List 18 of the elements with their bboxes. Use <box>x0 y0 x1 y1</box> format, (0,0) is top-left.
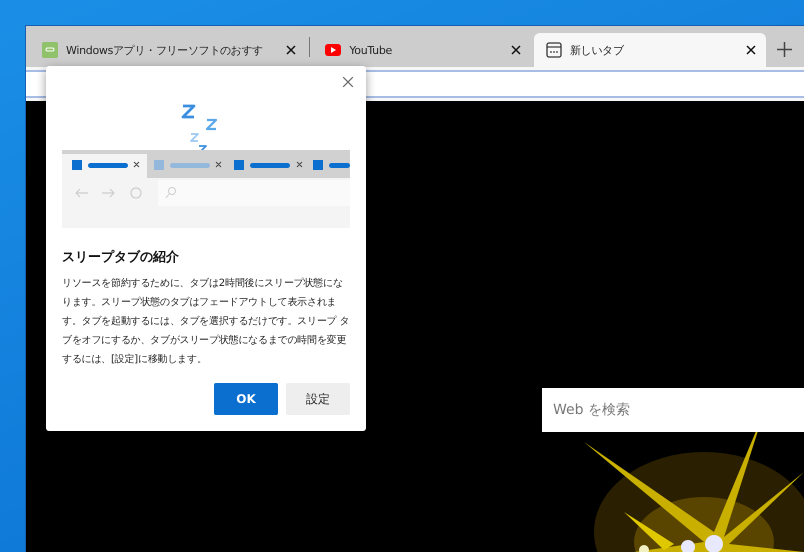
close-icon[interactable] <box>511 45 521 55</box>
plus-icon[interactable] <box>777 42 792 57</box>
tab-title: 新しいタブ <box>570 42 626 58</box>
tab-title: YouTube <box>349 44 393 56</box>
dialog-title: スリープタブの紹介 <box>62 248 180 266</box>
dialog-text: リソースを節約するために、タブは2時間後にスリープ状態になります。スリープ状態のタブはフェードアウトして表示されます。タブを起動するには、タブを選択するだけです。スリープ タブをオフにするか、タブがスリープ状態になるまでの時間を変更するには、[設定]に移動します。 <box>62 276 350 367</box>
page-icon <box>546 42 562 58</box>
browser-tab[interactable]: Windowsアプリ・フリーソフトのおすす <box>30 33 306 67</box>
browser-tab[interactable]: YouTube <box>313 33 531 67</box>
browser-tab[interactable]: 新しいタブ <box>534 33 766 67</box>
settings-button[interactable]: 設定 <box>286 383 350 415</box>
play-icon <box>325 44 342 56</box>
tab-title: Windowsアプリ・フリーソフトのおすす <box>66 42 264 58</box>
ok-button[interactable]: OK <box>214 383 278 415</box>
close-icon[interactable] <box>286 45 296 55</box>
search-field[interactable]: Web を検索 <box>542 388 804 432</box>
close-icon[interactable] <box>746 45 756 55</box>
site-icon <box>42 42 58 58</box>
